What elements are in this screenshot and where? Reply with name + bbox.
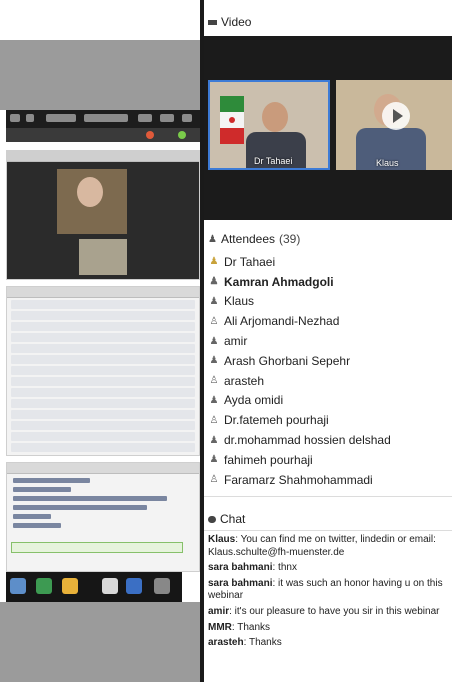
inset-chat-panel [6, 462, 200, 572]
attendee-item[interactable]: ♟ Kamran Ahmadgoli [208, 272, 452, 292]
chat-message: sara bahmani: it was such an honor havin… [208, 577, 443, 602]
chat-message: MMR: Thanks [208, 621, 271, 633]
video-tile-active[interactable]: Dr Tahaei [208, 80, 330, 170]
chat-message: amir: it's our pleasure to have you sir … [208, 605, 440, 617]
attendee-item[interactable]: ♙ Dr.fatemeh pourhaji [208, 410, 452, 430]
attendee-item[interactable]: ♟ dr.mohammad hossien delshad [208, 430, 452, 450]
inset-panel-header [7, 287, 199, 298]
attendees-count: (39) [279, 232, 301, 246]
tile-name-label: Dr Tahaei [254, 156, 293, 166]
inset-panel-header [7, 463, 199, 474]
attendee-item[interactable]: ♟ amir [208, 331, 452, 351]
user-icon: ♙ [209, 414, 219, 426]
user-icon: ♙ [209, 474, 219, 486]
chat-section-header[interactable]: Chat [204, 510, 452, 528]
meeting-app: Video Dr Tahaei Klaus ♟ Attendees (39) ♟… [204, 0, 452, 682]
host-icon: ♟ [209, 434, 219, 446]
section-divider [204, 496, 452, 497]
video-section-header[interactable]: Video [204, 14, 452, 30]
attendee-item[interactable]: ♟ Klaus [208, 292, 452, 312]
host-icon: ♟ [209, 394, 219, 406]
background-area [0, 40, 200, 110]
people-icon: ♟ [208, 233, 217, 245]
inset-video-panel [6, 150, 200, 280]
video-area: Dr Tahaei Klaus [204, 36, 452, 220]
chat-message: Klaus: You can find me on twitter, linde… [208, 534, 436, 558]
section-divider [204, 530, 452, 531]
inset-screenshot [0, 0, 200, 682]
attendee-item[interactable]: ♙ arasteh [208, 371, 452, 391]
attendee-item[interactable]: ♙ Faramarz Shahmohammadi [208, 470, 452, 490]
attendee-item[interactable]: ♟ Dr Tahaei [208, 252, 452, 272]
presenter-icon: ♟ [209, 256, 219, 268]
inset-chat-input [11, 542, 183, 553]
attendee-item[interactable]: ♟ Arash Ghorbani Sepehr [208, 351, 452, 371]
background-area [0, 602, 200, 682]
chat-title: Chat [220, 512, 246, 526]
host-icon: ♟ [209, 295, 219, 307]
user-icon: ♙ [209, 315, 219, 327]
attendees-title: Attendees [220, 232, 276, 246]
chat-bubble-icon [208, 515, 216, 523]
play-icon[interactable] [382, 102, 410, 130]
inset-video-tile [57, 169, 127, 234]
inset-taskbar [6, 110, 200, 128]
inset-attendees-panel [6, 286, 200, 456]
inset-video-tile-small [79, 239, 127, 275]
tile-name-label: Klaus [376, 158, 399, 168]
user-icon: ♙ [209, 375, 219, 387]
attendee-item[interactable]: ♟ fahimeh pourhaji [208, 450, 452, 470]
chat-message: arasteh: Thanks [208, 637, 282, 649]
attendees-section-header[interactable]: ♟ Attendees (39) [204, 230, 452, 248]
host-icon: ♟ [209, 355, 219, 367]
chat-messages: Klaus: You can find me on twitter, linde… [208, 534, 452, 653]
inset-dock [6, 572, 182, 602]
inset-toolbar [6, 128, 200, 142]
inset-panel-header [7, 151, 199, 162]
flag-icon [220, 96, 244, 144]
host-icon: ♟ [209, 454, 219, 466]
video-tile[interactable]: Klaus [336, 80, 452, 170]
video-title: Video [221, 15, 252, 29]
video-icon [208, 19, 217, 25]
attendee-item[interactable]: ♙ Ali Arjomandi-Nezhad [208, 311, 452, 331]
attendee-list: ♟ Dr Tahaei ♟ Kamran Ahmadgoli ♟ Klaus ♙ Ali… [208, 252, 452, 490]
host-icon: ♟ [209, 276, 219, 288]
host-icon: ♟ [209, 335, 219, 347]
attendee-item[interactable]: ♟ Ayda omidi [208, 391, 452, 411]
chat-message: sara bahmani: thnx [208, 562, 297, 574]
